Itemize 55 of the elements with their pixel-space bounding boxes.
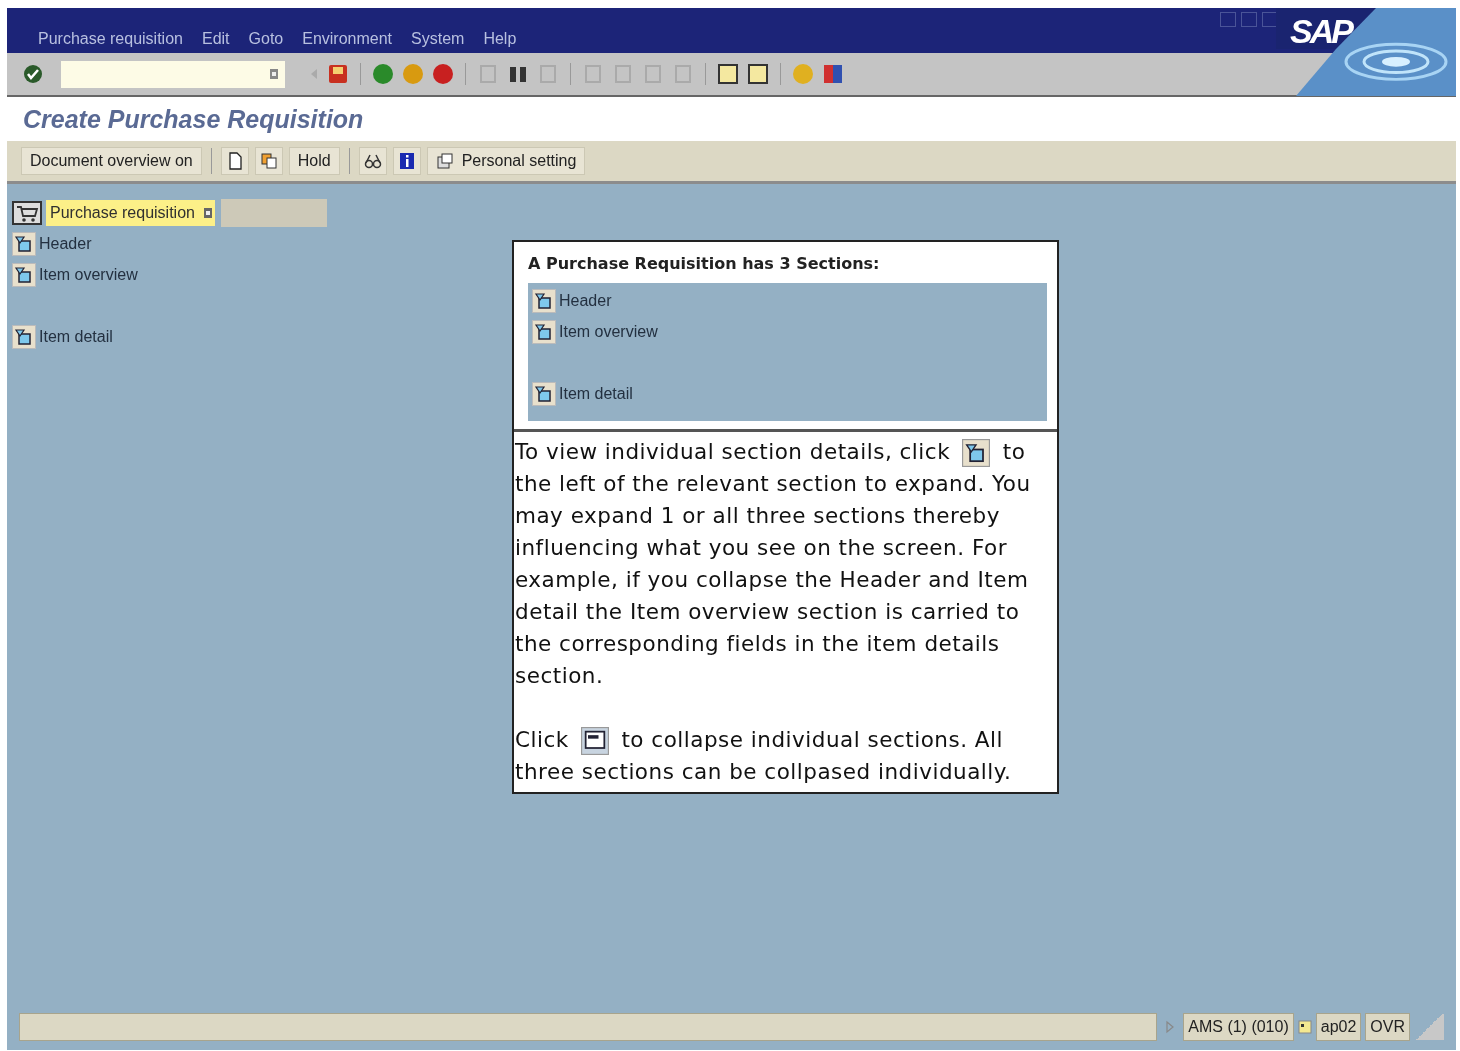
expand-icon[interactable] bbox=[12, 262, 36, 287]
cart-icon[interactable] bbox=[12, 200, 42, 226]
info-button[interactable] bbox=[392, 147, 421, 175]
enter-icon[interactable] bbox=[23, 64, 43, 84]
expand-icon[interactable] bbox=[12, 324, 36, 349]
copy-button[interactable] bbox=[254, 147, 283, 175]
section-label[interactable]: Header bbox=[39, 234, 92, 253]
cancel-icon[interactable] bbox=[432, 63, 454, 85]
menu-item[interactable]: Goto bbox=[248, 30, 284, 48]
toolbar-button[interactable]: Hold bbox=[288, 147, 340, 175]
document-button[interactable] bbox=[220, 147, 249, 175]
expand-icon bbox=[961, 439, 992, 467]
status-field: AMS (1) (010) bbox=[1183, 1013, 1294, 1041]
section-label[interactable]: Item overview bbox=[39, 265, 138, 284]
window-icon[interactable] bbox=[717, 63, 739, 85]
expand-icon bbox=[532, 288, 556, 313]
tree-root-item[interactable]: Purchase requisition bbox=[46, 200, 215, 226]
info-icon bbox=[397, 152, 416, 170]
glasses-icon bbox=[363, 152, 382, 170]
menu-item[interactable]: Purchase requisition bbox=[38, 30, 183, 48]
back-icon[interactable] bbox=[372, 63, 394, 85]
menu-item[interactable]: Environment bbox=[302, 30, 393, 48]
status-field: OVR bbox=[1365, 1013, 1410, 1041]
clipboard-icon[interactable] bbox=[202, 207, 213, 219]
settings-button[interactable]: Personal setting bbox=[426, 147, 586, 175]
command-field[interactable] bbox=[61, 60, 285, 88]
collapse-icon bbox=[580, 727, 611, 755]
copy-icon bbox=[259, 152, 278, 170]
windows-icon bbox=[435, 152, 454, 170]
section-label: Item detail bbox=[559, 384, 633, 403]
window-icon[interactable] bbox=[747, 63, 769, 85]
expand-icon bbox=[532, 319, 556, 344]
history-icon[interactable] bbox=[269, 68, 279, 80]
lock-icon[interactable] bbox=[1297, 1020, 1312, 1034]
section-label: Item overview bbox=[559, 322, 658, 341]
instruction-text: To view individual section details, click to the left of the relevant section to expand. You may expand 1 or all three sections thereby influencing what you see on the screen. For example, if you collapse the Header and Item detail the Item overview section is carried to the corresponding fields in the item details section. bbox=[515, 438, 1032, 690]
toolbar-button[interactable]: Document overview on bbox=[21, 147, 202, 175]
menu-item[interactable]: System bbox=[411, 30, 465, 48]
callout-title: A Purchase Requisition has 3 Sections: bbox=[528, 254, 881, 273]
section-label[interactable]: Item detail bbox=[39, 327, 113, 346]
instruction-text: Click to collapse individual sections. All three sections can be collpased individually. bbox=[515, 726, 1013, 786]
screen-title: Create Purchase Requisition bbox=[23, 104, 364, 134]
window-control-icon[interactable] bbox=[1220, 12, 1236, 27]
palette-icon[interactable] bbox=[822, 63, 844, 85]
section-label: Header bbox=[559, 291, 612, 310]
sap-logo: SAP bbox=[1290, 12, 1351, 51]
menu-item[interactable]: Help bbox=[483, 30, 517, 48]
expand-icon[interactable] bbox=[12, 231, 36, 256]
menu-item[interactable]: Edit bbox=[201, 30, 230, 48]
window-control-icon[interactable] bbox=[1241, 12, 1257, 27]
status-field: ap02 bbox=[1315, 1013, 1362, 1041]
glasses-button[interactable] bbox=[358, 147, 387, 175]
save-icon[interactable] bbox=[327, 63, 349, 85]
expand-icon bbox=[532, 381, 556, 406]
text-field[interactable] bbox=[220, 199, 327, 227]
